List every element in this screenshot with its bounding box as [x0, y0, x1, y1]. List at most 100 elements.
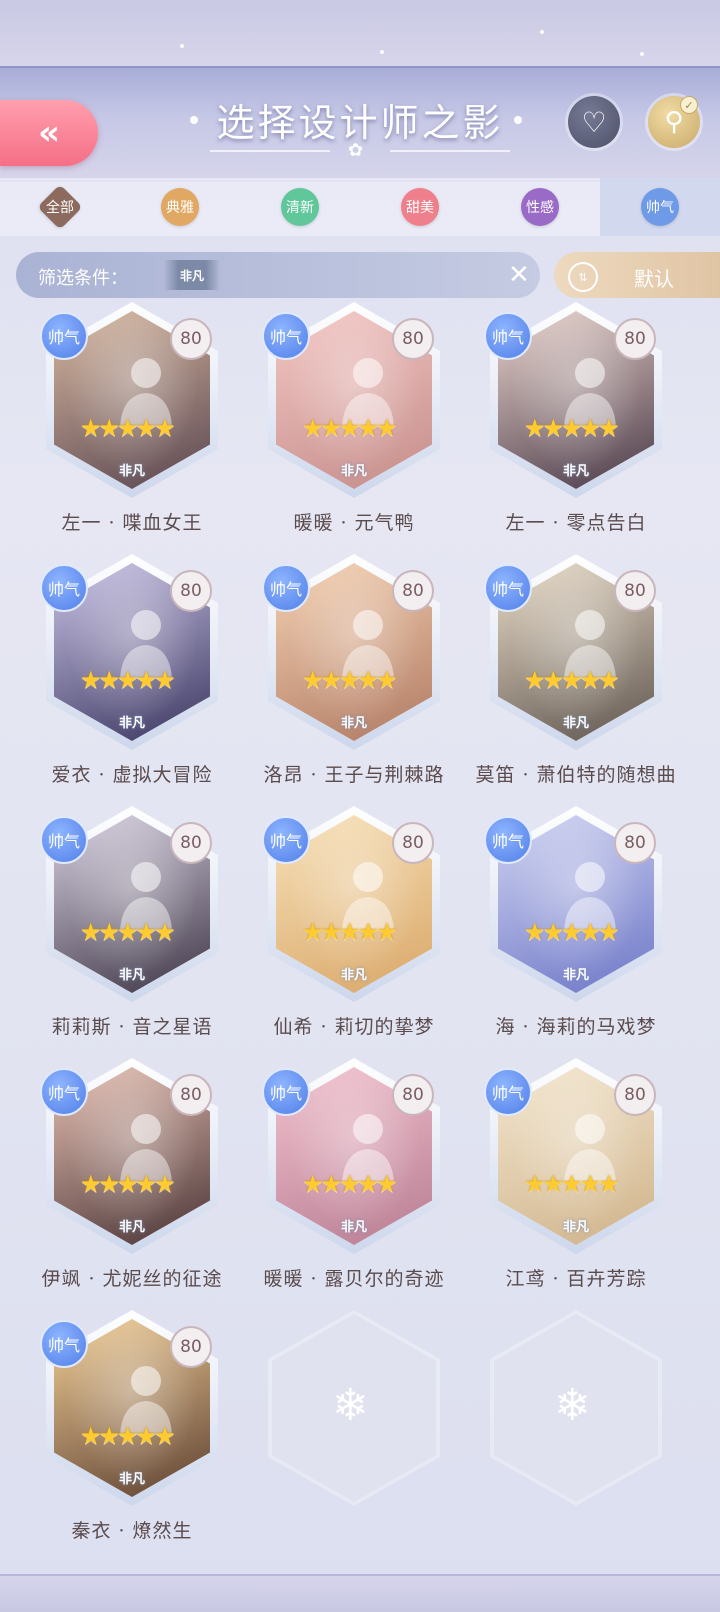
tab-all[interactable]: 全部 — [0, 178, 120, 236]
level-badge: 80 — [614, 570, 656, 612]
tab-sweet[interactable]: 甜美 — [360, 178, 480, 236]
level-badge: 80 — [614, 1074, 656, 1116]
level-badge: 80 — [614, 822, 656, 864]
rarity-label: 非凡 — [562, 464, 589, 479]
designer-card[interactable]: 帅气 80 ★★★★★ 非凡 暖暖 · 露贝尔的奇迹 — [262, 1058, 446, 1290]
snowflake-icon: ❄ — [554, 1380, 591, 1431]
empty-slot: ❄ — [268, 1310, 440, 1506]
level-badge: 80 — [170, 822, 212, 864]
level-badge: 80 — [170, 1074, 212, 1116]
rarity-label: 非凡 — [562, 968, 589, 983]
rarity-label: 非凡 — [562, 1220, 589, 1235]
designer-card[interactable]: 帅气 80 ★★★★★ 非凡 爱衣 · 虚拟大冒险 — [40, 554, 224, 786]
designer-card[interactable]: 帅气 80 ★★★★★ 非凡 暖暖 · 元气鸭 — [262, 302, 446, 534]
style-tabs: 全部 典雅 清新 甜美 性感 帅气 — [0, 178, 720, 236]
style-tag: 帅气 — [262, 816, 310, 864]
designer-name: 洛昂 · 王子与荆棘路 — [263, 764, 445, 786]
designer-name: 海 · 海莉的马戏梦 — [495, 1016, 657, 1038]
designer-name: 左一 · 喋血女王 — [61, 512, 203, 534]
favorite-button[interactable]: ♡ — [568, 96, 620, 148]
star-rating: ★★★★★ — [524, 666, 620, 694]
designer-card[interactable]: 帅气 80 ★★★★★ 非凡 秦衣 · 燎然生 — [40, 1310, 224, 1542]
designer-name: 仙希 · 莉切的挚梦 — [273, 1016, 435, 1038]
style-tag: 帅气 — [484, 564, 532, 612]
designer-name: 秦衣 · 燎然生 — [71, 1520, 193, 1542]
rarity-label: 非凡 — [118, 1220, 145, 1235]
level-badge: 80 — [392, 570, 434, 612]
style-tag: 帅气 — [484, 312, 532, 360]
rarity-label: 非凡 — [118, 968, 145, 983]
filter-tag[interactable]: 非凡 — [164, 260, 220, 290]
title-line-right — [390, 150, 510, 152]
tab-fresh[interactable]: 清新 — [240, 178, 360, 236]
designer-card[interactable]: 帅气 80 ★★★★★ 非凡 江鸢 · 百卉芳踪 — [484, 1058, 668, 1290]
tab-elegant-badge: 典雅 — [161, 188, 199, 226]
designer-card[interactable]: 帅气 80 ★★★★★ 非凡 伊飒 · 尤妮丝的征途 — [40, 1058, 224, 1290]
sparkle-decoration — [640, 52, 644, 56]
rarity-label: 非凡 — [562, 716, 589, 731]
star-rating: ★★★★★ — [524, 918, 620, 946]
designer-card[interactable]: 帅气 80 ★★★★★ 非凡 左一 · 零点告白 — [484, 302, 668, 534]
designer-card[interactable]: 帅气 80 ★★★★★ 非凡 洛昂 · 王子与荆棘路 — [262, 554, 446, 786]
style-tag: 帅气 — [484, 1068, 532, 1116]
tab-elegant[interactable]: 典雅 — [120, 178, 240, 236]
style-tag: 帅气 — [40, 312, 88, 360]
level-badge: 80 — [170, 318, 212, 360]
star-rating: ★★★★★ — [302, 1170, 398, 1198]
star-rating: ★★★★★ — [80, 666, 176, 694]
rarity-label: 非凡 — [340, 716, 367, 731]
designer-name: 莫笛 · 萧伯特的随想曲 — [475, 764, 677, 786]
tab-all-label: 全部 — [46, 200, 74, 216]
heart-icon: ♡ — [581, 105, 607, 139]
bottom-decoration — [0, 1574, 720, 1612]
tab-cool-badge: 帅气 — [641, 188, 679, 226]
designer-name: 江鸢 · 百卉芳踪 — [505, 1268, 647, 1290]
tab-fresh-badge: 清新 — [281, 188, 319, 226]
level-badge: 80 — [170, 1326, 212, 1368]
style-tag: 帅气 — [40, 1068, 88, 1116]
designer-card[interactable]: 帅气 80 ★★★★★ 非凡 仙希 · 莉切的挚梦 — [262, 806, 446, 1038]
rarity-label: 非凡 — [118, 1472, 145, 1487]
star-rating: ★★★★★ — [80, 1422, 176, 1450]
designer-name: 爱衣 · 虚拟大冒险 — [51, 764, 213, 786]
title-line-left — [210, 150, 330, 152]
style-tag: 帅气 — [40, 1320, 88, 1368]
empty-slot: ❄ — [490, 1310, 662, 1506]
designer-name: 暖暖 · 露贝尔的奇迹 — [263, 1268, 445, 1290]
designer-card[interactable]: 帅气 80 ★★★★★ 非凡 莉莉斯 · 音之星语 — [40, 806, 224, 1038]
style-tag: 帅气 — [484, 816, 532, 864]
rarity-label: 非凡 — [118, 716, 145, 731]
star-rating: ★★★★★ — [80, 918, 176, 946]
level-badge: 80 — [170, 570, 212, 612]
designer-card[interactable]: 帅气 80 ★★★★★ 非凡 左一 · 喋血女王 — [40, 302, 224, 534]
designer-name: 左一 · 零点告白 — [505, 512, 647, 534]
tab-sexy-badge: 性感 — [521, 188, 559, 226]
style-tag: 帅气 — [262, 564, 310, 612]
designer-name: 莉莉斯 · 音之星语 — [51, 1016, 213, 1038]
tab-sexy[interactable]: 性感 — [480, 178, 600, 236]
star-rating: ★★★★★ — [524, 1170, 620, 1198]
designer-card[interactable]: 帅气 80 ★★★★★ 非凡 海 · 海莉的马戏梦 — [484, 806, 668, 1038]
designer-card[interactable]: 帅气 80 ★★★★★ 非凡 莫笛 · 萧伯特的随想曲 — [475, 554, 676, 786]
clear-filter-icon[interactable]: ✕ — [508, 260, 530, 290]
check-icon: ✓ — [680, 96, 698, 114]
designer-name: 暖暖 · 元气鸭 — [293, 512, 415, 534]
tab-sweet-badge: 甜美 — [401, 188, 439, 226]
sort-icon: ⇅ — [568, 262, 598, 292]
sort-button[interactable]: ⇅ 默认 — [554, 252, 720, 298]
sort-label: 默认 — [634, 267, 674, 291]
star-rating: ★★★★★ — [80, 414, 176, 442]
designer-name: 伊飒 · 尤妮丝的征途 — [41, 1268, 223, 1290]
style-tag: 帅气 — [262, 312, 310, 360]
style-tag: 帅气 — [262, 1068, 310, 1116]
level-badge: 80 — [392, 1074, 434, 1116]
search-icon: ⚲ — [664, 107, 684, 137]
rarity-label: 非凡 — [340, 1220, 367, 1235]
tab-cool[interactable]: 帅气 — [600, 178, 720, 236]
filter-bar[interactable]: 筛选条件： 非凡 ✕ — [16, 252, 540, 298]
snowflake-icon: ❄ — [332, 1380, 369, 1431]
tab-all-badge: 全部 — [37, 184, 83, 230]
star-rating: ★★★★★ — [524, 414, 620, 442]
rarity-label: 非凡 — [340, 968, 367, 983]
filter-label: 筛选条件： — [38, 268, 128, 289]
